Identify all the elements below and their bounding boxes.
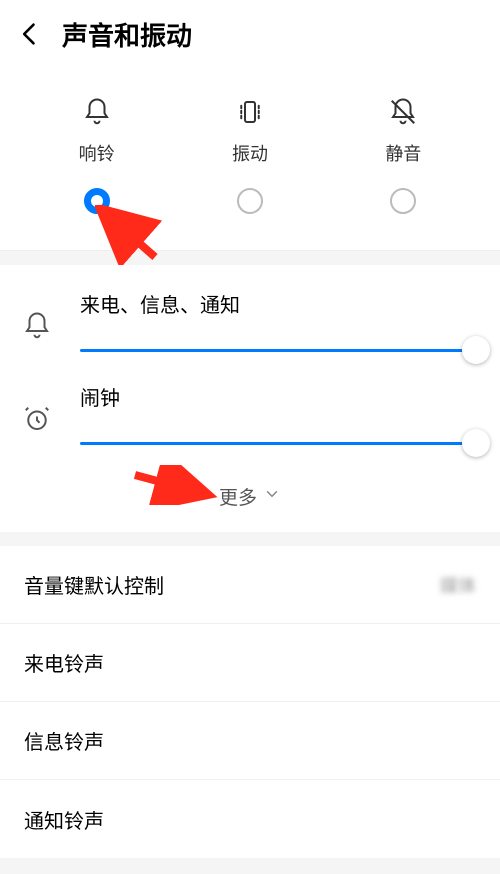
setting-label: 信息铃声 bbox=[24, 726, 104, 755]
vibrate-icon bbox=[235, 92, 265, 132]
setting-value: 媒体 bbox=[440, 572, 476, 598]
chevron-down-icon bbox=[263, 485, 281, 508]
bell-off-icon bbox=[388, 92, 418, 132]
settings-list: 音量键默认控制 媒体 来电铃声 信息铃声 通知铃声 bbox=[0, 546, 500, 858]
slider-notification[interactable] bbox=[80, 336, 478, 364]
slider-alarm[interactable] bbox=[80, 429, 478, 457]
mode-section: 响铃 振动 静音 bbox=[0, 68, 500, 251]
radio-mute[interactable] bbox=[390, 188, 416, 214]
setting-notification-ringtone[interactable]: 通知铃声 bbox=[0, 780, 500, 858]
mode-ring-label: 响铃 bbox=[79, 140, 115, 166]
mode-vibrate-label: 振动 bbox=[232, 140, 268, 166]
more-label: 更多 bbox=[219, 483, 257, 510]
back-icon[interactable] bbox=[16, 20, 44, 48]
sliders-section: 来电、信息、通知 闹钟 更多 bbox=[0, 265, 500, 532]
mode-mute-label: 静音 bbox=[385, 140, 421, 166]
setting-label: 通知铃声 bbox=[24, 805, 104, 834]
setting-volume-key[interactable]: 音量键默认控制 媒体 bbox=[0, 546, 500, 624]
more-button[interactable]: 更多 bbox=[22, 475, 478, 514]
slider-thumb[interactable] bbox=[462, 336, 490, 364]
slider-notification-row: 来电、信息、通知 bbox=[22, 289, 478, 364]
page-title: 声音和振动 bbox=[62, 16, 192, 53]
slider-thumb[interactable] bbox=[462, 429, 490, 457]
alarm-clock-icon bbox=[22, 382, 80, 434]
setting-message-ringtone[interactable]: 信息铃声 bbox=[0, 702, 500, 780]
setting-label: 来电铃声 bbox=[24, 648, 104, 677]
mode-ring[interactable]: 响铃 bbox=[57, 92, 137, 214]
slider-alarm-row: 闹钟 bbox=[22, 382, 478, 457]
header-bar: 声音和振动 bbox=[0, 0, 500, 68]
slider-notification-label: 来电、信息、通知 bbox=[80, 289, 478, 318]
bell-icon bbox=[82, 92, 112, 132]
mode-vibrate[interactable]: 振动 bbox=[210, 92, 290, 214]
setting-call-ringtone[interactable]: 来电铃声 bbox=[0, 624, 500, 702]
mode-mute[interactable]: 静音 bbox=[363, 92, 443, 214]
bell-outline-icon bbox=[22, 289, 80, 341]
setting-label: 音量键默认控制 bbox=[24, 570, 164, 599]
slider-alarm-label: 闹钟 bbox=[80, 382, 478, 411]
radio-vibrate[interactable] bbox=[237, 188, 263, 214]
radio-ring[interactable] bbox=[84, 188, 110, 214]
